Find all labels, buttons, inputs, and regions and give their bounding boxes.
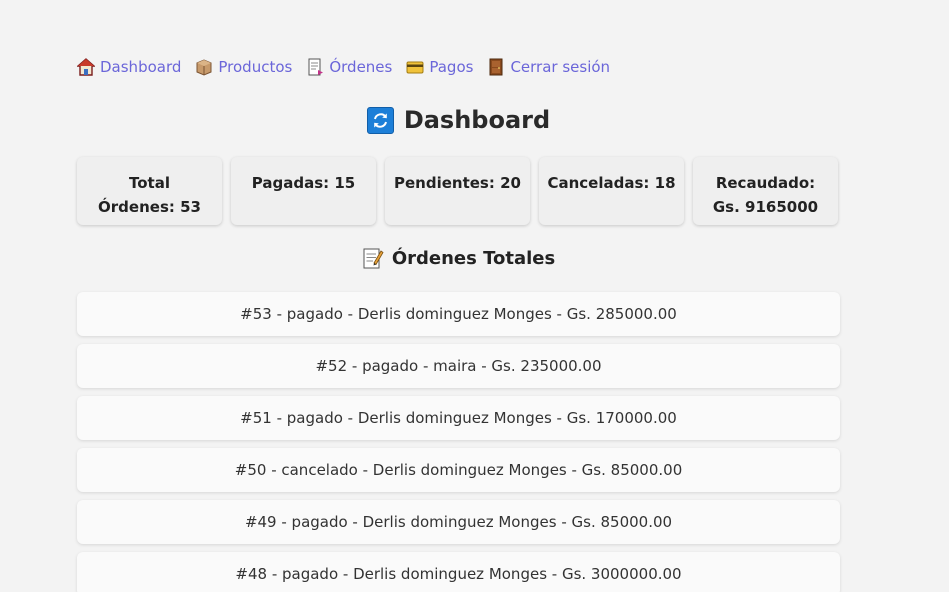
order-row[interactable]: #51 - pagado - Derlis dominguez Monges -… xyxy=(77,396,840,440)
nav-label: Pagos xyxy=(429,58,474,76)
stat-label: Canceladas: 18 xyxy=(547,174,676,192)
order-text: #48 - pagado - Derlis dominguez Monges -… xyxy=(235,565,682,583)
door-icon xyxy=(487,58,505,76)
stat-card-total-ordenes: Total Órdenes: 53 xyxy=(77,157,222,225)
memo-icon xyxy=(362,246,384,270)
refresh-icon xyxy=(366,106,394,134)
nav-label: Órdenes xyxy=(329,58,393,76)
box-icon xyxy=(195,58,213,76)
stats-row: Total Órdenes: 53 Pagadas: 15 Pendientes… xyxy=(77,157,838,225)
stat-label: Total Órdenes: 53 xyxy=(98,174,201,216)
order-row[interactable]: #50 - cancelado - Derlis dominguez Monge… xyxy=(77,448,840,492)
stat-label: Pendientes: 20 xyxy=(394,174,521,192)
top-nav: Dashboard Productos Órdenes Pagos Cerrar… xyxy=(76,58,610,76)
nav-label: Productos xyxy=(218,58,293,76)
nav-label: Dashboard xyxy=(100,58,182,76)
order-text: #53 - pagado - Derlis dominguez Monges -… xyxy=(240,305,677,323)
order-row[interactable]: #49 - pagado - Derlis dominguez Monges -… xyxy=(77,500,840,544)
order-row[interactable]: #48 - pagado - Derlis dominguez Monges -… xyxy=(77,552,840,592)
nav-item-pagos[interactable]: Pagos xyxy=(406,58,473,76)
nav-label: Cerrar sesión xyxy=(510,58,611,76)
order-text: #49 - pagado - Derlis dominguez Monges -… xyxy=(244,513,673,531)
nav-item-dashboard[interactable]: Dashboard xyxy=(76,58,182,76)
orders-section-header: Órdenes Totales xyxy=(0,246,917,270)
stat-label: Recaudado: Gs. 9165000 xyxy=(712,174,819,216)
stat-card-recaudado: Recaudado: Gs. 9165000 xyxy=(693,157,838,225)
stat-card-canceladas: Canceladas: 18 xyxy=(539,157,684,225)
stat-card-pagadas: Pagadas: 15 xyxy=(231,157,376,225)
page-title: Dashboard xyxy=(403,106,551,134)
page-header: Dashboard xyxy=(0,106,917,134)
stat-card-pendientes: Pendientes: 20 xyxy=(385,157,530,225)
order-row[interactable]: #53 - pagado - Derlis dominguez Monges -… xyxy=(77,292,840,336)
stat-label: Pagadas: 15 xyxy=(251,174,356,192)
order-row[interactable]: #52 - pagado - maira - Gs. 235000.00 xyxy=(77,344,840,388)
document-icon xyxy=(306,58,324,76)
app-root: Dashboard Productos Órdenes Pagos Cerrar… xyxy=(0,0,949,592)
nav-item-productos[interactable]: Productos xyxy=(195,58,292,76)
credit-card-icon xyxy=(406,58,424,76)
orders-list: #53 - pagado - Derlis dominguez Monges -… xyxy=(77,292,840,592)
order-text: #51 - pagado - Derlis dominguez Monges -… xyxy=(240,409,677,427)
order-text: #52 - pagado - maira - Gs. 235000.00 xyxy=(315,357,602,375)
orders-section-title: Órdenes Totales xyxy=(391,247,556,269)
nav-item-cerrar-sesion[interactable]: Cerrar sesión xyxy=(487,58,610,76)
order-text: #50 - cancelado - Derlis dominguez Monge… xyxy=(234,461,683,479)
house-icon xyxy=(76,58,96,76)
nav-item-ordenes[interactable]: Órdenes xyxy=(306,58,392,76)
